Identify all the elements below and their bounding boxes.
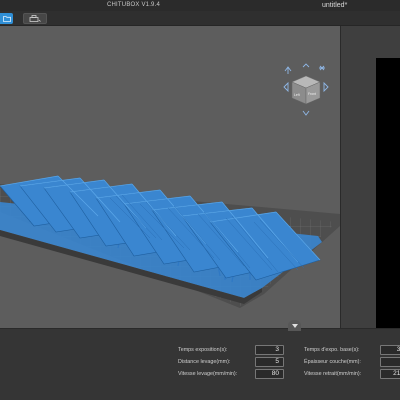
layer-height-input[interactable]: 0 <box>380 356 400 367</box>
setting-row: Vitesse levage(mm/min): 80 <box>178 368 284 379</box>
toolbar <box>0 11 400 26</box>
document-title: untitled* <box>322 2 348 9</box>
setting-row: Épaisseur couche(mm): 0 <box>304 356 400 367</box>
setting-row: Vitesse retrait(mm/min): 210 <box>304 368 400 379</box>
retract-speed-input[interactable]: 210 <box>380 368 400 379</box>
panel-toggle-button[interactable] <box>288 320 301 331</box>
setting-row: Distance levage(mm): 5 <box>178 356 284 367</box>
lift-distance-label: Distance levage(mm): <box>178 358 231 365</box>
app-title: CHITUBOX V1.9.4 <box>106 2 160 8</box>
exposure-time-label: Temps exposition(s): <box>178 346 228 353</box>
app-window: CHITUBOX V1.9.4 untitled* Left Front Tem… <box>0 0 400 400</box>
layer-preview <box>376 58 400 328</box>
folder-icon <box>2 16 11 22</box>
chevron-down-icon <box>291 323 298 328</box>
3d-viewport[interactable]: Left Front <box>0 26 340 328</box>
bottom-exposure-label: Temps d'expo. base(s): <box>304 346 360 353</box>
lift-speed-input[interactable]: 80 <box>255 368 284 379</box>
cube-front-label: Front <box>308 92 316 96</box>
print-settings-panel: Temps exposition(s): 3 Distance levage(m… <box>0 320 400 400</box>
title-bar: CHITUBOX V1.9.4 untitled* <box>0 0 400 11</box>
retract-speed-label: Vitesse retrait(mm/min): <box>304 370 362 377</box>
cube-left-label: Left <box>294 93 300 97</box>
printer-icon <box>29 14 41 22</box>
lift-speed-label: Vitesse levage(mm/min): <box>178 370 238 377</box>
lift-distance-input[interactable]: 5 <box>255 356 284 367</box>
setting-row: Temps d'expo. base(s): 35 <box>304 344 400 355</box>
setting-row: Temps exposition(s): 3 <box>178 344 284 355</box>
open-file-button[interactable] <box>0 13 13 24</box>
bottom-exposure-input[interactable]: 35 <box>380 344 400 355</box>
exposure-time-input[interactable]: 3 <box>255 344 284 355</box>
layer-height-label: Épaisseur couche(mm): <box>304 358 361 365</box>
slice-preview-panel <box>340 26 400 328</box>
view-navigation-cube[interactable]: Left Front <box>283 63 329 119</box>
print-settings-button[interactable] <box>23 13 47 24</box>
